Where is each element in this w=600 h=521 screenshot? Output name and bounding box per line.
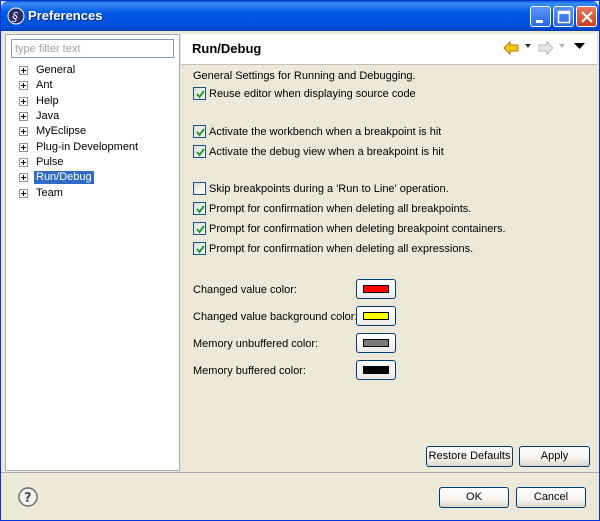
changed-value-color-button[interactable]	[356, 279, 396, 299]
checkmark-icon	[196, 90, 205, 99]
expand-icon[interactable]	[19, 81, 28, 91]
tree-item-run-debug[interactable]: Run/Debug	[19, 170, 140, 185]
apply-button[interactable]: Apply	[519, 446, 590, 467]
page-header: Run/Debug	[181, 34, 597, 65]
skip-breakpoints-checkbox[interactable]: Skip breakpoints during a 'Run to Line' …	[193, 182, 449, 195]
checkmark-icon	[196, 128, 205, 137]
minimize-button[interactable]	[530, 6, 551, 27]
color-swatch	[363, 339, 389, 347]
checkmark-icon	[196, 225, 205, 234]
activate-workbench-checkbox[interactable]: Activate the workbench when a breakpoint…	[193, 125, 441, 138]
preference-tree: General Ant Help Java MyEclipse Plug-in …	[19, 63, 140, 201]
checkbox-label: Prompt for confirmation when deleting br…	[209, 222, 506, 235]
preferences-window: § Preferences General Ant Help	[0, 0, 600, 521]
changed-value-bg-color-label: Changed value background color:	[193, 311, 358, 323]
expand-icon[interactable]	[19, 112, 28, 122]
tree-item-pulse[interactable]: Pulse	[19, 155, 140, 170]
checkbox-box[interactable]	[193, 182, 206, 195]
svg-text:§: §	[12, 10, 18, 24]
memory-unbuffered-color-button[interactable]	[356, 333, 396, 353]
view-menu-icon[interactable]	[574, 42, 585, 50]
page-title: Run/Debug	[192, 41, 262, 56]
memory-unbuffered-color-label: Memory unbuffered color:	[193, 338, 319, 350]
dialog-button-bar: ? OK Cancel	[1, 472, 599, 520]
expand-icon[interactable]	[19, 96, 28, 106]
tree-item-help[interactable]: Help	[19, 94, 140, 109]
checkbox-box[interactable]	[193, 242, 206, 255]
title-bar[interactable]: § Preferences	[1, 1, 599, 31]
changed-value-color-label: Changed value color:	[193, 284, 297, 296]
color-swatch	[363, 312, 389, 320]
checkbox-label: Activate the workbench when a breakpoint…	[209, 125, 442, 138]
checkmark-icon	[196, 245, 205, 254]
tree-item-label: Plug-in Development	[36, 140, 139, 153]
checkbox-label: Reuse editor when displaying source code	[209, 87, 416, 100]
confirm-delete-containers-checkbox[interactable]: Prompt for confirmation when deleting br…	[193, 222, 506, 235]
help-icon[interactable]: ?	[18, 487, 38, 507]
changed-value-bg-color-button[interactable]	[356, 306, 396, 326]
confirm-delete-expressions-checkbox[interactable]: Prompt for confirmation when deleting al…	[193, 242, 473, 255]
expand-icon[interactable]	[19, 142, 28, 152]
checkbox-label: Prompt for confirmation when deleting al…	[209, 242, 474, 255]
page-description: General Settings for Running and Debuggi…	[193, 70, 416, 82]
checkbox-label: Skip breakpoints during a 'Run to Line' …	[209, 182, 449, 195]
tree-item-label: Run/Debug	[34, 171, 94, 185]
minimize-icon	[536, 20, 543, 23]
tree-item-general[interactable]: General	[19, 63, 140, 78]
memory-buffered-color-label: Memory buffered color:	[193, 365, 306, 377]
checkbox-box[interactable]	[193, 222, 206, 235]
color-swatch	[363, 366, 389, 374]
activate-debug-view-checkbox[interactable]: Activate the debug view when a breakpoin…	[193, 145, 444, 158]
maximize-icon	[557, 10, 571, 24]
filter-input[interactable]	[11, 39, 174, 58]
checkmark-icon	[196, 205, 205, 214]
confirm-delete-breakpoints-checkbox[interactable]: Prompt for confirmation when deleting al…	[193, 202, 471, 215]
checkbox-box[interactable]	[193, 202, 206, 215]
tree-item-label: General	[36, 64, 76, 77]
checkbox-box[interactable]	[193, 125, 206, 138]
expand-icon[interactable]	[19, 188, 28, 198]
ok-button[interactable]: OK	[439, 487, 509, 508]
checkmark-icon	[196, 148, 205, 157]
tree-item-label: Ant	[36, 79, 53, 92]
eclipse-icon: §	[7, 7, 25, 25]
svg-text:?: ?	[24, 491, 32, 506]
tree-item-label: Java	[36, 110, 60, 123]
forward-arrow-icon[interactable]	[538, 40, 554, 56]
reuse-editor-checkbox[interactable]: Reuse editor when displaying source code	[193, 87, 416, 100]
preference-page: Run/Debug General Settings for Running a…	[181, 34, 597, 471]
maximize-button[interactable]	[553, 6, 574, 27]
expand-icon[interactable]	[19, 173, 28, 183]
checkbox-label: Activate the debug view when a breakpoin…	[209, 145, 444, 158]
tree-item-team[interactable]: Team	[19, 185, 140, 200]
tree-item-label: Help	[36, 94, 59, 107]
tree-item-java[interactable]: Java	[19, 109, 140, 124]
window-title: Preferences	[28, 8, 103, 23]
chevron-down-icon[interactable]	[524, 42, 532, 50]
tree-item-plugin-development[interactable]: Plug-in Development	[19, 139, 140, 154]
restore-defaults-button[interactable]: Restore Defaults	[426, 446, 513, 467]
close-icon	[581, 11, 593, 23]
checkbox-box[interactable]	[193, 87, 206, 100]
preference-tree-panel: General Ant Help Java MyEclipse Plug-in …	[5, 34, 180, 471]
checkbox-label: Prompt for confirmation when deleting al…	[209, 202, 472, 215]
memory-buffered-color-button[interactable]	[356, 360, 396, 380]
back-arrow-icon[interactable]	[503, 40, 519, 56]
tree-item-ant[interactable]: Ant	[19, 78, 140, 93]
tree-item-label: Team	[36, 186, 63, 199]
chevron-down-icon[interactable]	[558, 42, 566, 50]
tree-item-label: Pulse	[36, 155, 64, 168]
tree-item-myeclipse[interactable]: MyEclipse	[19, 124, 140, 139]
checkbox-box[interactable]	[193, 145, 206, 158]
expand-icon[interactable]	[19, 157, 28, 167]
cancel-button[interactable]: Cancel	[516, 487, 586, 508]
expand-icon[interactable]	[19, 127, 28, 137]
expand-icon[interactable]	[19, 66, 28, 76]
tree-item-label: MyEclipse	[36, 125, 87, 138]
close-button[interactable]	[576, 6, 597, 27]
color-swatch	[363, 285, 389, 293]
